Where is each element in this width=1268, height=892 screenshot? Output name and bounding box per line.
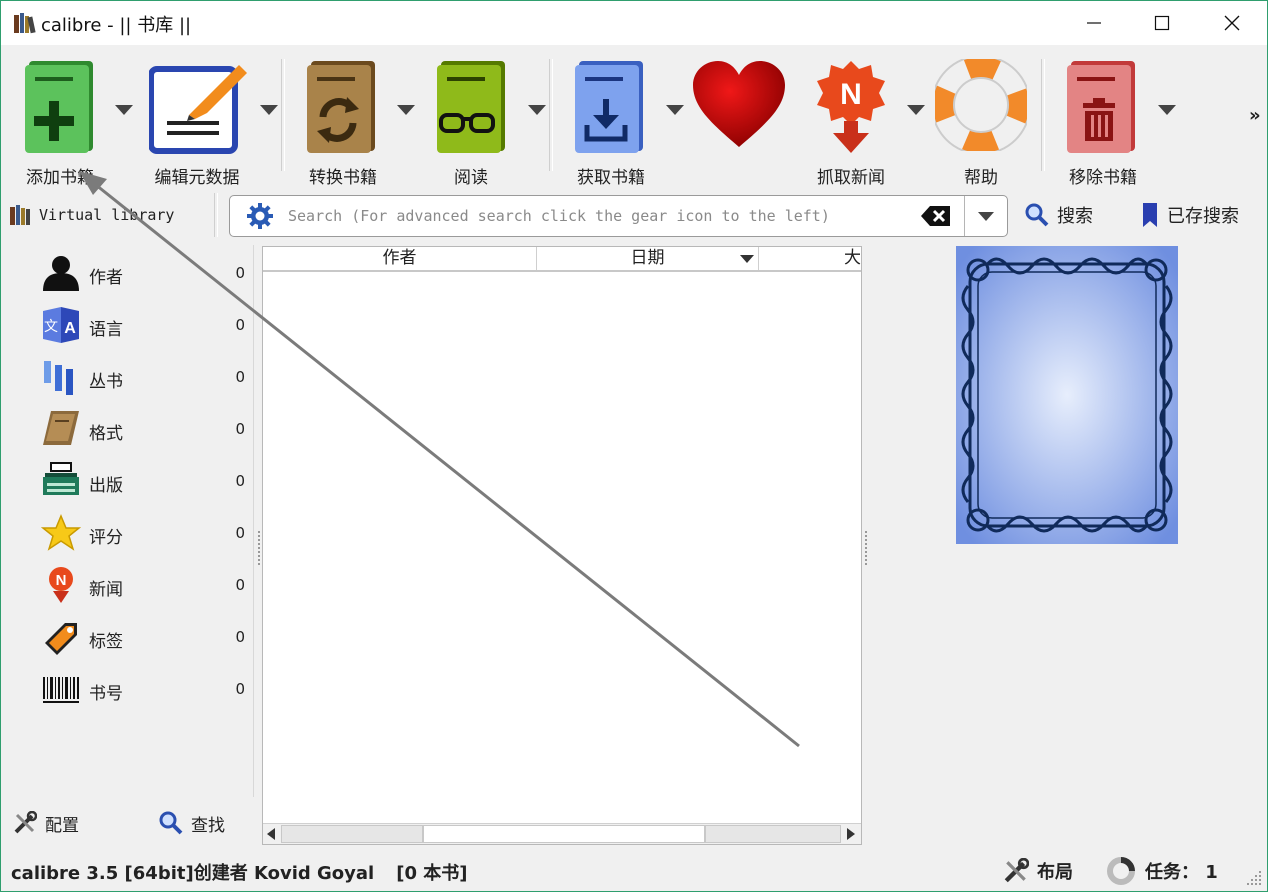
svg-text:N: N [56,572,67,589]
fetch-news-dropdown[interactable] [907,105,925,115]
horizontal-scrollbar[interactable] [263,823,861,844]
remove-books-button[interactable]: 移除书籍 [1053,55,1153,188]
scroll-track [281,825,423,843]
read-dropdown[interactable] [528,105,546,115]
minimize-icon [1087,22,1101,24]
view-book-button[interactable]: 阅读 [425,55,517,188]
resize-grip-icon[interactable] [1245,869,1263,887]
search-divider [964,196,965,236]
get-books-dropdown[interactable] [666,105,684,115]
edit-metadata-dropdown[interactable] [260,105,278,115]
add-books-button[interactable]: 添加书籍 [9,55,111,188]
toolbar-overflow-button[interactable]: » [1249,105,1261,126]
heart-icon [693,61,785,147]
read-book-icon [437,61,505,153]
status-message: calibre 3.5 [64bit]创建者 Kovid Goyal [0 本书] [11,863,468,884]
layout-button[interactable]: 布局 [1003,855,1073,887]
layout-label: 布局 [1037,862,1073,883]
convert-book-icon [307,61,375,153]
jobs-label: 任务： 1 [1145,862,1218,883]
edit-metadata-icon [149,65,247,154]
find-label: 查找 [191,815,225,836]
remove-book-icon [1067,61,1135,153]
scroll-track [705,825,841,843]
get-books-icon [575,61,643,153]
book-cover-preview [956,246,1178,544]
toolbar-separator [1041,59,1045,171]
tools-icon [14,811,37,834]
scroll-thumb[interactable] [423,825,705,843]
configure-button[interactable]: 配置 [13,807,79,839]
convert-dropdown[interactable] [397,105,415,115]
tools-icon [1004,858,1029,883]
scroll-right-icon[interactable] [845,827,857,841]
annotation-arrow [79,171,800,748]
maximize-button[interactable] [1127,1,1197,45]
calibre-logo-icon [14,13,36,34]
toolbar-separator [549,59,553,171]
close-icon [1224,15,1240,31]
lifebuoy-help-icon [935,59,1027,151]
bookmark-icon [1143,203,1157,227]
remove-books-label: 移除书籍 [1069,168,1137,188]
convert-books-button[interactable]: 转换书籍 [293,55,393,188]
minimize-button[interactable] [1059,1,1129,45]
edit-metadata-button[interactable]: 编辑元数据 [141,55,253,188]
search-history-dropdown[interactable] [978,212,994,221]
scroll-left-icon[interactable] [265,827,277,841]
help-label: 帮助 [964,168,998,188]
splitter-handle[interactable] [865,531,870,565]
find-button[interactable]: 查找 [159,807,225,839]
help-button[interactable]: 帮助 [931,55,1031,188]
remove-books-dropdown[interactable] [1158,105,1176,115]
svg-text:文: 文 [44,319,58,335]
saved-searches-button[interactable]: 已存搜索 [1141,199,1239,231]
svg-text:N: N [840,78,862,111]
search-icon [159,811,183,835]
search-button-label: 搜索 [1057,206,1093,227]
status-bar: calibre 3.5 [64bit]创建者 Kovid Goyal [0 本书]… [1,849,1267,891]
fetch-news-button[interactable]: N 抓取新闻 [801,55,901,188]
fetch-news-label: 抓取新闻 [817,168,885,188]
add-book-icon [25,61,93,153]
search-button[interactable]: 搜索 [1025,199,1093,231]
configure-label: 配置 [45,815,79,836]
close-button[interactable] [1197,1,1267,45]
window-title: calibre - || 书库 || [41,15,192,36]
donate-button[interactable] [689,55,789,185]
clear-search-icon[interactable] [920,205,952,227]
calibre-window: calibre - || 书库 || 添加书籍 编辑元数据 转换书籍 阅读 获取… [0,0,1268,892]
jobs-spinner-icon [1107,857,1135,885]
toolbar-separator [281,59,285,171]
search-icon [1025,203,1049,227]
news-icon: N [817,61,885,153]
jobs-button[interactable]: 任务： 1 [1105,855,1218,887]
library-icon [10,205,30,225]
title-bar: calibre - || 书库 || [1,1,1267,45]
saved-searches-label: 已存搜索 [1167,206,1239,227]
add-books-dropdown[interactable] [115,105,133,115]
maximize-icon [1154,15,1170,31]
main-toolbar: 添加书籍 编辑元数据 转换书籍 阅读 获取书籍 N 抓取新闻 帮助 移除书籍 » [1,45,1267,188]
get-books-button[interactable]: 获取书籍 [561,55,661,188]
